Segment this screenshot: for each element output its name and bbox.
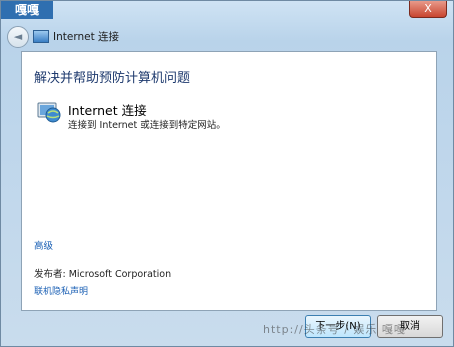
close-button[interactable]: X <box>409 1 447 18</box>
watermark: http://头条号 / 娱乐 嘎嘎 <box>263 323 406 336</box>
content-panel: 解决并帮助预防计算机问题 Internet 连接 连接到 Internet 或连… <box>21 51 437 311</box>
network-icon <box>33 30 49 43</box>
page-heading: 解决并帮助预防计算机问题 <box>34 71 191 86</box>
network-globe-icon[interactable] <box>37 100 61 124</box>
nav-bar: ◄ Internet 连接 <box>7 23 447 49</box>
advanced-link[interactable]: 高级 <box>34 238 53 252</box>
privacy-link[interactable]: 联机隐私声明 <box>34 284 88 297</box>
back-button[interactable]: ◄ <box>7 26 29 48</box>
publisher-text: 发布者: Microsoft Corporation <box>34 269 172 280</box>
window-title: Internet 连接 <box>53 31 120 43</box>
task-description: 连接到 Internet 或连接到特定网站。 <box>68 120 226 131</box>
corner-tag: 嘎嘎 <box>1 1 53 19</box>
troubleshooter-window: 嘎嘎 X ◄ Internet 连接 解决并帮助预防计算机问题 Internet… <box>0 0 454 347</box>
